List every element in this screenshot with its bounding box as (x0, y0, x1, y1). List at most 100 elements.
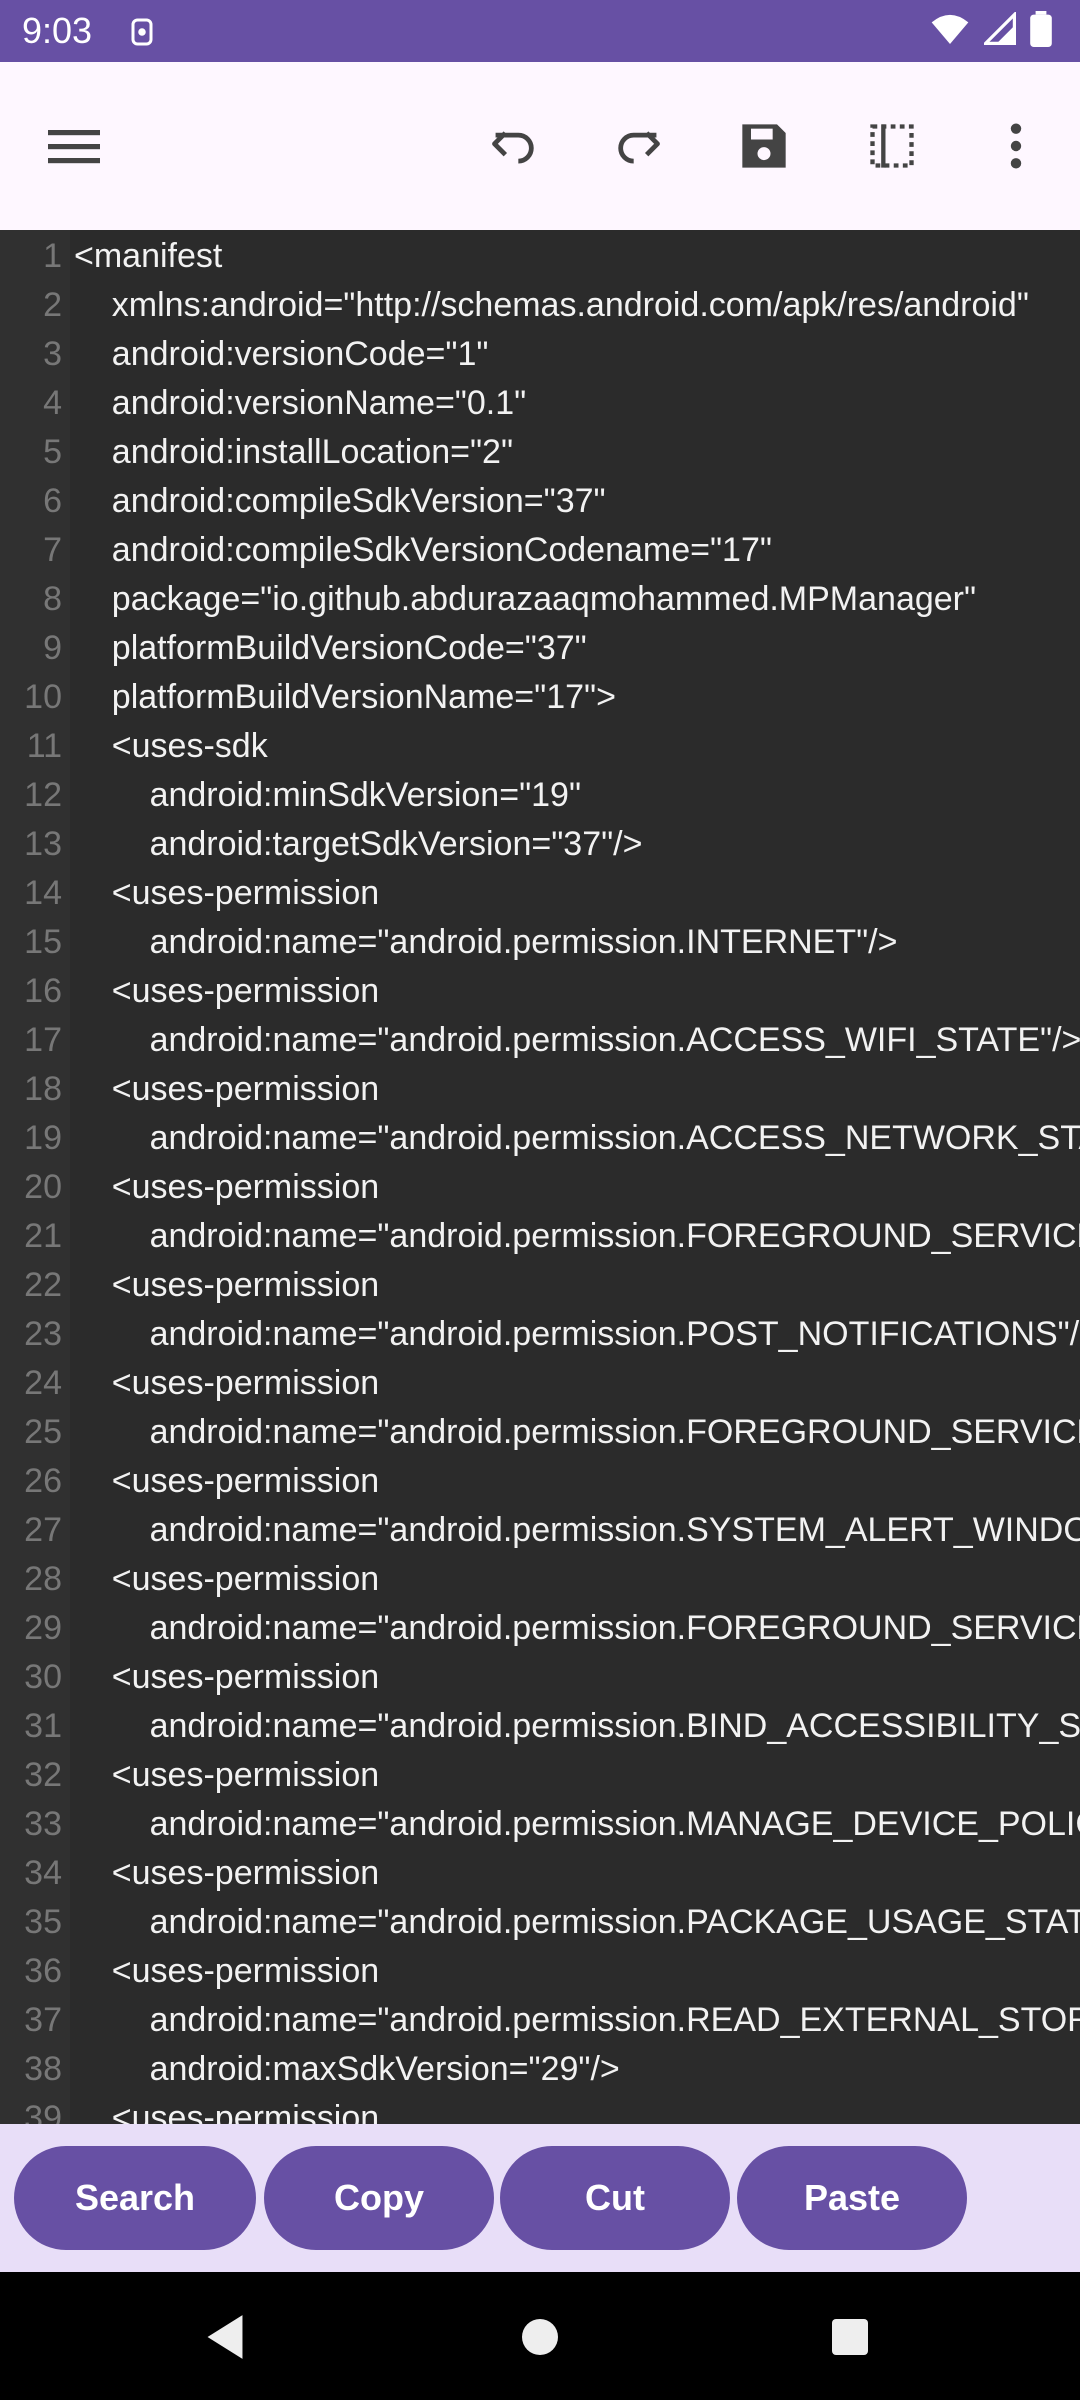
line-text: android:name="android.permission.INTERNE… (74, 923, 898, 961)
cut-button[interactable]: Cut (500, 2146, 730, 2250)
select-all-icon[interactable] (852, 106, 932, 186)
code-line: 4 android:versionName="0.1" (0, 379, 1080, 428)
line-text: android:name="android.permission.BIND_AC… (149, 1707, 1080, 1745)
more-vert-icon[interactable] (976, 106, 1056, 186)
code-line: 9 platformBuildVersionCode="37" (0, 624, 1080, 673)
line-text: android:name="android.permission.FOREGRO… (149, 1609, 1080, 1647)
line-text: <uses-permission (74, 1462, 380, 1500)
line-text: android:name="android.permission.POST_NO… (74, 1315, 1080, 1353)
code-lines: 1 <manifest 2 xmlns:android="http://schema… (0, 232, 1080, 2124)
code-line: 15 android:name="android.permission.INTE… (0, 918, 1080, 967)
code-line: 27 android:name="android.permission.SYST… (0, 1506, 1080, 1555)
line-number: 31 (24, 1707, 62, 1745)
code-line: 8 package="io.github.abdurazaaqmohammed.… (0, 575, 1080, 624)
line-text: android:minSdkVersion="19" (74, 776, 582, 814)
home-icon[interactable] (505, 2302, 575, 2372)
line-number: 19 (24, 1119, 62, 1157)
code-line: 1 <manifest (0, 232, 1080, 281)
code-line: 29 android:name="android.permission.FORE… (0, 1604, 1080, 1653)
line-text: <uses-permission (74, 1168, 380, 1206)
status-icons (930, 10, 1052, 52)
save-icon[interactable] (724, 106, 804, 186)
line-number: 37 (24, 2001, 62, 2039)
line-number: 38 (24, 2050, 62, 2088)
line-number: 15 (24, 923, 62, 961)
line-text: android:versionName="0.1" (74, 384, 527, 422)
status-bar: 9:03 (0, 0, 1080, 62)
code-line: 2 xmlns:android="http://schemas.android.… (0, 281, 1080, 330)
code-line: 3 android:versionCode="1" (0, 330, 1080, 379)
menu-icon[interactable] (34, 106, 114, 186)
line-text: android:name="android.permission.ACCESS_… (74, 1119, 1080, 1157)
line-text: <uses-sdk (74, 727, 268, 765)
line-number: 27 (24, 1511, 62, 1549)
code-editor[interactable]: 1 <manifest 2 xmlns:android="http://schema… (0, 230, 1080, 2124)
action-bar: Search Copy Cut Paste (0, 2124, 1080, 2272)
back-icon[interactable] (190, 2302, 260, 2372)
line-number: 25 (24, 1413, 62, 1451)
line-text: <uses-permission (74, 1070, 380, 1108)
battery-icon (1030, 10, 1052, 52)
line-number: 1 (43, 237, 62, 275)
line-number: 33 (24, 1805, 62, 1843)
code-line: 22 <uses-permission (0, 1261, 1080, 1310)
line-text: android:name="android.permission.FOREGRO… (149, 1413, 1080, 1451)
line-number: 8 (43, 580, 62, 618)
code-line: 20 <uses-permission (0, 1163, 1080, 1212)
line-number: 18 (24, 1070, 62, 1108)
code-line: 13 android:targetSdkVersion="37"/> (0, 820, 1080, 869)
line-text: <uses-permission (74, 1756, 380, 1794)
code-line: 23 android:name="android.permission.POST… (0, 1310, 1080, 1359)
code-line: 34 <uses-permission (0, 1849, 1080, 1898)
notification-icon (124, 14, 160, 50)
line-number: 16 (24, 972, 62, 1010)
search-button[interactable]: Search (14, 2146, 256, 2250)
code-line: 32 <uses-permission (0, 1751, 1080, 1800)
code-line: 31 android:name="android.permission.BIND… (0, 1702, 1080, 1751)
line-text: <uses-permission (74, 1658, 380, 1696)
code-line: 12 android:minSdkVersion="19" (0, 771, 1080, 820)
line-text: <uses-permission (74, 874, 380, 912)
line-number: 17 (24, 1021, 62, 1059)
code-line: 21 android:name="android.permission.FORE… (0, 1212, 1080, 1261)
code-line: 16 <uses-permission (0, 967, 1080, 1016)
line-number: 4 (43, 384, 62, 422)
code-line: 37 android:name="android.permission.READ… (0, 1996, 1080, 2045)
line-text: <uses-permission (74, 972, 380, 1010)
line-number: 36 (24, 1952, 62, 1990)
recents-icon[interactable] (815, 2302, 885, 2372)
line-text: android:name="android.permission.MANAGE_… (149, 1805, 1080, 1843)
line-text: <manifest (74, 237, 223, 275)
line-number: 28 (24, 1560, 62, 1598)
code-line: 36 <uses-permission (0, 1947, 1080, 1996)
signal-icon (981, 10, 1016, 51)
line-number: 26 (24, 1462, 62, 1500)
line-number: 11 (26, 727, 62, 765)
line-text: android:name="android.permission.FOREGRO… (74, 1217, 1080, 1255)
code-line: 38 android:maxSdkVersion="29"/> (0, 2045, 1080, 2094)
line-number: 30 (24, 1658, 62, 1696)
line-number: 39 (24, 2099, 62, 2124)
line-text: package="io.github.abdurazaaqmohammed.MP… (74, 580, 977, 618)
line-number: 22 (24, 1266, 62, 1304)
app-toolbar (0, 62, 1080, 230)
code-line: 39 <uses-permission (0, 2094, 1080, 2124)
paste-button[interactable]: Paste (737, 2146, 967, 2250)
code-line: 10 platformBuildVersionName="17"> (0, 673, 1080, 722)
line-number: 12 (24, 776, 62, 814)
copy-button[interactable]: Copy (264, 2146, 494, 2250)
line-number: 14 (24, 874, 62, 912)
line-text: android:installLocation="2" (74, 433, 514, 471)
line-number: 2 (43, 286, 62, 324)
line-text: android:targetSdkVersion="37"/> (74, 825, 643, 863)
redo-icon[interactable] (598, 106, 678, 186)
code-line: 6 android:compileSdkVersion="37" (0, 477, 1080, 526)
wifi-icon (930, 12, 970, 51)
code-line: 17 android:name="android.permission.ACCE… (0, 1016, 1080, 1065)
line-text: android:compileSdkVersionCodename="17" (74, 531, 772, 569)
undo-icon[interactable] (474, 106, 554, 186)
line-number: 10 (24, 678, 62, 716)
line-text: android:compileSdkVersion="37" (74, 482, 606, 520)
code-line: 7 android:compileSdkVersionCodename="17" (0, 526, 1080, 575)
line-number: 9 (43, 629, 62, 667)
